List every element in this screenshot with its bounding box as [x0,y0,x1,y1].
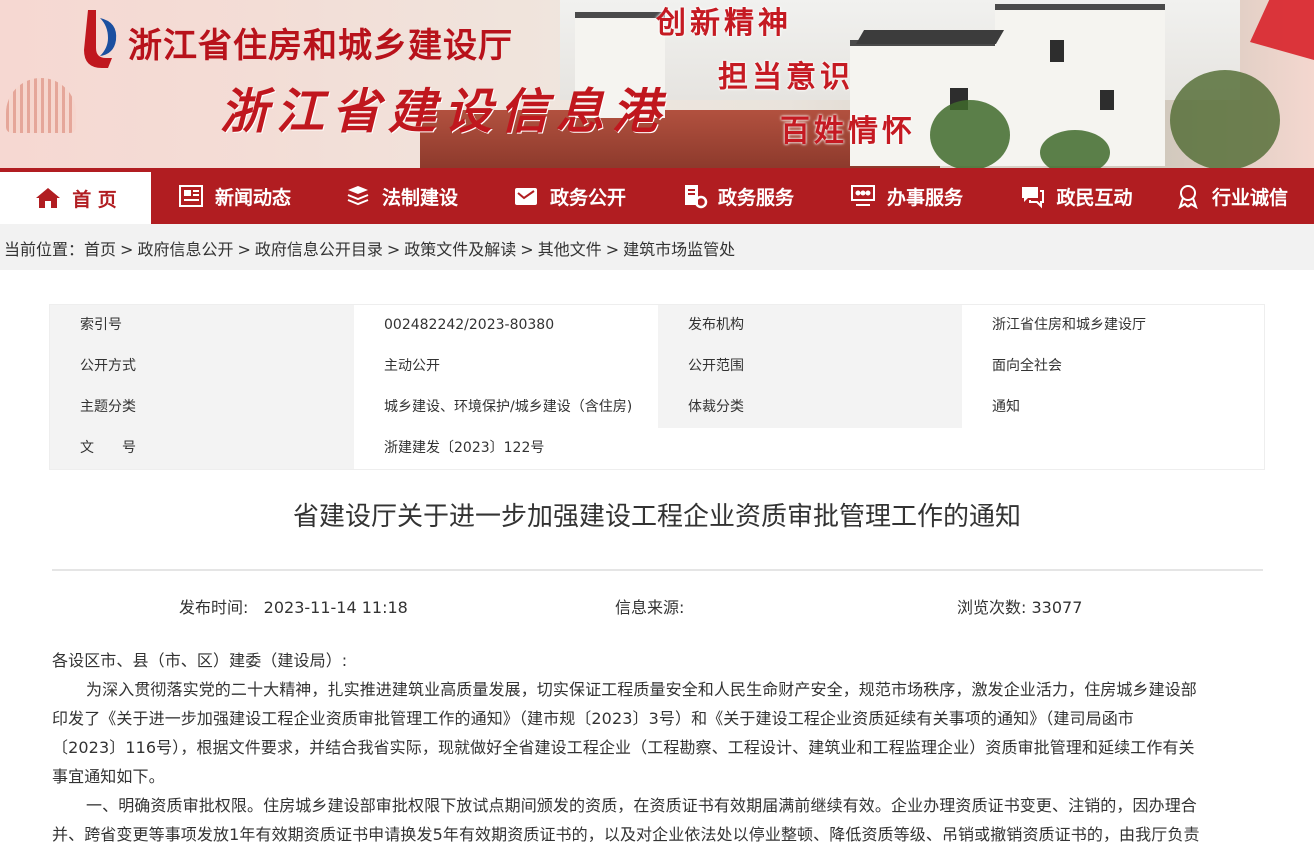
breadcrumb-other-docs[interactable]: 其他文件 [538,240,602,259]
views-info: 浏览次数: 33077 [957,594,1082,618]
breadcrumb-separator: > [237,240,251,259]
article-paragraph-line: 〔2023〕116号），根据文件要求，并结合我省实际，现就做好全省建设工程企业（… [52,738,1195,757]
meta-issuer-label: 发布机构 [658,305,962,346]
portal-name: 浙江省建设信息港 [220,84,669,140]
document-meta-table: 索引号 002482242/2023-80380 发布机构 浙江省住房和城乡建设… [49,304,1265,470]
meta-genre-value: 通知 [992,399,1020,415]
mail-icon [514,188,537,205]
nav-item-interaction[interactable]: 政民互动 [991,168,1160,224]
computer-group-icon [850,185,875,206]
nav-item-label: 首 页 [72,188,117,211]
nav-item-news[interactable]: 新闻动态 [151,168,317,224]
newspaper-icon [178,185,203,207]
nav-item-label: 新闻动态 [214,186,291,209]
breadcrumb-prefix: 当前位置： [4,240,85,259]
article-paragraph-line: 并、跨省变更等事项发放1年有效期资质证书申请换发5年有效期资质证书的，以及对企业… [52,825,1200,844]
chat-icon [1022,187,1045,209]
nav-item-integrity[interactable]: 行业诚信 [1160,168,1314,224]
meta-issuer-value: 浙江省住房和城乡建设厅 [992,317,1146,333]
site-banner: 浙江省住房和城乡建设厅 浙江省建设信息港 创新精神 担当意识 百姓情怀 [0,0,1314,168]
banner-window [1050,40,1064,62]
meta-topic-label: 主题分类 [50,387,354,428]
breadcrumb-gov-info-catalog[interactable]: 政府信息公开目录 [255,240,383,259]
meta-index-value: 002482242/2023-80380 [384,317,555,333]
breadcrumb-policy-docs[interactable]: 政策文件及解读 [404,240,516,259]
meta-doc-no-value: 浙建建发〔2023〕122号 [384,440,545,456]
medal-icon [1178,185,1198,209]
publish-time-info: 发布时间: 2023-11-14 11:18 [179,594,408,618]
home-icon [36,188,61,208]
nav-item-label: 法制建设 [381,186,458,209]
article-paragraph-line: 印发了《关于进一步加强建设工程企业资质审批管理工作的通知》（建市规〔2023〕3… [52,709,1134,728]
nav-item-legal[interactable]: 法制建设 [317,168,485,224]
meta-topic-value: 城乡建设、环境保护/城乡建设（含住房) [384,399,633,415]
nav-item-gov-service[interactable]: 政务服务 [653,168,821,224]
department-logo-icon [84,10,117,68]
books-icon [347,186,369,206]
meta-open-method-value: 主动公开 [384,358,440,374]
main-nav: 首 页 新闻动态 法制建设 政务公开 政务服务 办事服务 政民互动 行业诚信 [0,168,1314,224]
nav-item-affairs[interactable]: 办事服务 [821,168,991,224]
title-divider [52,569,1263,571]
nav-item-home[interactable]: 首 页 [0,168,151,224]
nav-item-label: 行业诚信 [1212,186,1289,209]
banner-flag [1250,0,1314,60]
views-count: 33077 [1031,598,1083,617]
publish-time-label: 发布时间: [179,598,249,617]
slogan-1: 创新精神 [656,6,792,41]
banner-tree [930,100,1010,168]
meta-genre-label: 体裁分类 [658,387,962,428]
nav-item-label: 政务服务 [717,186,794,209]
nav-item-label: 政民互动 [1056,186,1133,209]
slogan-3: 百姓情怀 [780,114,916,149]
nav-item-gov-open[interactable]: 政务公开 [485,168,653,224]
article-salutation: 各设区市、县（市、区）建委（建设局）: [52,651,348,670]
breadcrumb-separator: > [520,240,534,259]
breadcrumb-separator: > [120,240,134,259]
breadcrumb-separator: > [386,240,401,259]
article-title: 省建设厅关于进一步加强建设工程企业资质审批管理工作的通知 [292,502,1021,532]
document-gear-icon [684,185,708,209]
meta-open-scope-label: 公开范围 [658,346,962,387]
article-body: 各设区市、县（市、区）建委（建设局）: 为深入贯彻落实党的二十大精神，扎实推进建… [52,646,1264,849]
publish-time-value: 2023-11-14 11:18 [263,598,408,617]
meta-open-scope-value: 面向全社会 [992,358,1062,374]
banner-window [1100,90,1114,110]
nav-item-label: 政务公开 [549,186,626,209]
banner-tree [1040,130,1110,168]
meta-open-method-label: 公开方式 [50,346,354,387]
meta-doc-no-label: 文 号 [50,428,354,469]
org-name[interactable]: 浙江省住房和城乡建设厅 [128,18,513,67]
breadcrumb-gov-info[interactable]: 政府信息公开 [137,240,233,259]
breadcrumb: 当前位置：首页 > 政府信息公开 > 政府信息公开目录 > 政策文件及解读 > 其他文件 > 建筑市… [0,224,1314,270]
banner-tree [1170,70,1280,168]
banner-building-illustration [6,78,76,133]
banner-roof [855,30,1005,44]
breadcrumb-home[interactable]: 首页 [84,240,116,259]
slogan-2: 担当意识 [718,60,854,95]
article-paragraph-line: 事宜通知如下。 [52,767,165,786]
source-info: 信息来源: [615,594,684,618]
breadcrumb-separator: > [605,240,620,259]
article-paragraph-line: 一、明确资质审批权限。住房城乡建设部审批权限下放试点期间颁发的资质，在资质证书有… [86,796,1197,815]
article-paragraph-line: 为深入贯彻落实党的二十大精神，扎实推进建筑业高质量发展，切实保证工程质量安全和人… [86,680,1197,699]
meta-index-label: 索引号 [50,305,354,346]
source-label: 信息来源: [615,598,685,617]
breadcrumb-market-office[interactable]: 建筑市场监管处 [623,240,735,259]
views-label: 浏览次数: [957,598,1027,617]
nav-item-label: 办事服务 [886,186,963,209]
